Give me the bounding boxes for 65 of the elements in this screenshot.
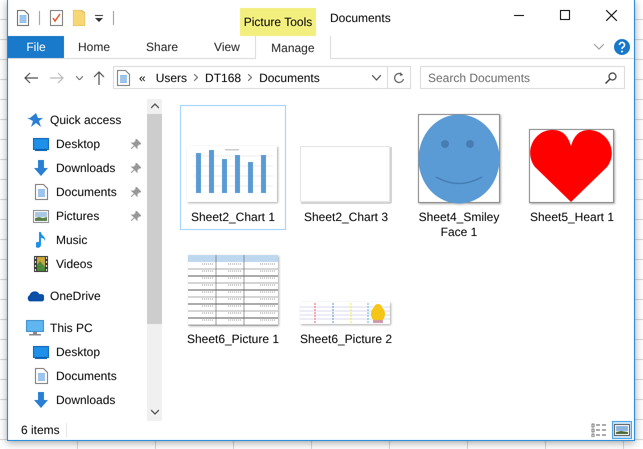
item-count: 6 items [21,422,67,436]
file-name: Sheet4_Smiley Face 1 [418,210,500,240]
nav-item[interactable]: Desktop [32,137,100,151]
file-item[interactable]: Sheet6_Picture 2 [293,247,399,352]
ribbon-tab[interactable]: Home [64,36,124,58]
file-item[interactable]: Sheet2_Chart 3 [293,105,399,230]
scrollbar[interactable] [147,99,162,421]
help-icon[interactable] [614,39,630,55]
nav-item[interactable]: Documents [32,368,117,384]
nav-item[interactable]: Downloads [32,160,116,176]
music-note-icon [36,232,46,248]
ribbon-tab[interactable]: Manage [254,36,331,59]
context-tab-group: Picture Tools [240,8,316,36]
checklist-icon[interactable] [50,10,63,26]
search-field[interactable]: Search Documents [420,66,625,89]
star-icon [27,112,43,128]
dropdown-icon[interactable] [95,14,103,22]
nav-item[interactable]: Pictures [32,209,100,223]
nav-item[interactable]: Videos [32,256,92,272]
pin-icon[interactable] [131,187,141,197]
overflow-crumb[interactable]: « [134,70,151,84]
film-icon [34,256,48,272]
file-name: Sheet6_Picture 2 [298,332,394,347]
ribbon-tab[interactable]: Share [132,36,192,58]
nav-item[interactable]: Downloads [32,392,116,408]
file-name: Sheet5_Heart 1 [528,210,616,225]
breadcrumb[interactable]: DT168 [200,70,246,84]
monitor-icon [33,346,49,358]
file-item[interactable]: Sheet6_Picture 1 [180,247,286,352]
breadcrumb[interactable]: Users [150,70,192,84]
chevron-icon[interactable] [248,74,252,81]
ribbon-tab[interactable]: File [8,36,64,58]
pin-icon[interactable] [131,163,141,173]
thumbnail-view-icon[interactable] [614,424,630,436]
down-arrow-icon [33,160,49,176]
breadcrumb[interactable]: Documents [254,70,325,84]
file-name: Sheet2_Chart 1 [190,210,276,225]
pin-icon[interactable] [131,139,141,149]
nav-item[interactable]: Desktop [32,345,100,359]
expand-ribbon-icon[interactable] [594,44,604,50]
document-icon [34,184,48,200]
view-button[interactable] [612,420,632,438]
nav-item[interactable]: OneDrive [26,289,101,303]
file-item[interactable]: Sheet5_Heart 1 [519,105,625,230]
file-item[interactable]: Sheet4_Smiley Face 1 [406,105,512,245]
file-item[interactable]: Sheet2_Chart 1 [180,105,286,230]
monitor-icon [33,138,49,150]
pin-icon[interactable] [131,211,141,221]
file-name: Sheet6_Picture 1 [186,332,280,347]
image-icon [33,210,49,222]
monitor-icon [26,320,44,336]
down-arrow-icon [33,392,49,408]
window-title: Documents [330,10,391,27]
chevron-icon[interactable] [194,74,198,81]
nav-item[interactable]: Quick access [26,112,122,128]
nav-item[interactable]: Music [32,232,88,248]
search-icon[interactable] [605,72,617,84]
document-icon [117,70,130,86]
file-name: Sheet2_Chart 3 [302,210,390,225]
nav-item[interactable]: Documents [32,184,117,200]
ribbon-tab[interactable]: View [200,36,254,58]
document-icon [34,368,48,384]
address-bar[interactable]: « Users DT168 Documents [113,66,411,89]
nav-item[interactable]: This PC [26,320,93,336]
cloud-icon [26,290,44,302]
